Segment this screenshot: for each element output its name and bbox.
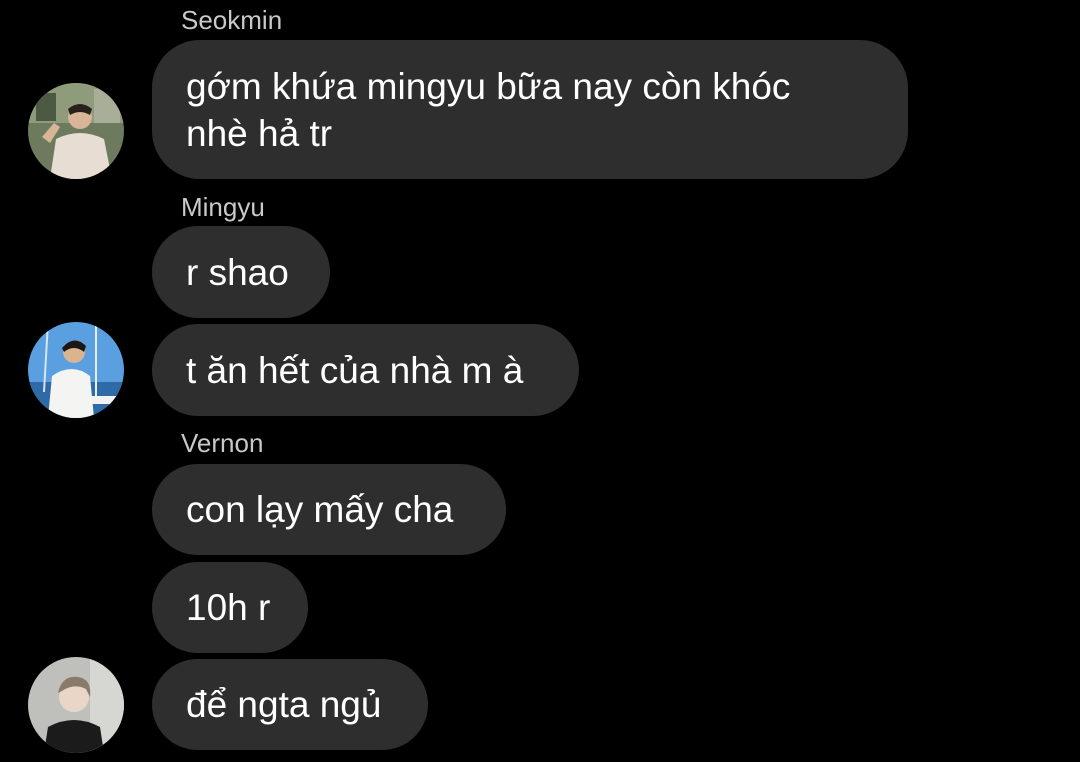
avatar-vernon[interactable] [28, 657, 124, 753]
person-photo-icon [28, 83, 124, 179]
message-bubble[interactable]: để ngta ngủ [152, 659, 428, 750]
message-text: để ngta ngủ [186, 684, 382, 725]
message-text: 10h r [186, 587, 271, 628]
sender-name-mingyu: Mingyu [181, 192, 265, 222]
person-photo-icon [28, 322, 124, 418]
person-photo-icon [28, 657, 124, 753]
message-text: con lạy mấy cha [186, 489, 454, 530]
message-bubble[interactable]: 10h r [152, 562, 308, 653]
sender-name-vernon: Vernon [181, 428, 264, 458]
message-text: gớm khứa mingyu bữa nay còn khóc nhè hả … [186, 65, 791, 154]
message-bubble[interactable]: r shao [152, 226, 330, 318]
message-bubble[interactable]: con lạy mấy cha [152, 464, 506, 555]
avatar-seokmin[interactable] [28, 83, 124, 179]
message-bubble[interactable]: t ăn hết của nhà m à [152, 324, 579, 416]
avatar-mingyu[interactable] [28, 322, 124, 418]
sender-name-seokmin: Seokmin [181, 5, 283, 35]
message-text: r shao [186, 251, 289, 293]
message-bubble[interactable]: gớm khứa mingyu bữa nay còn khóc nhè hả … [152, 40, 908, 179]
message-text: t ăn hết của nhà m à [186, 349, 524, 391]
